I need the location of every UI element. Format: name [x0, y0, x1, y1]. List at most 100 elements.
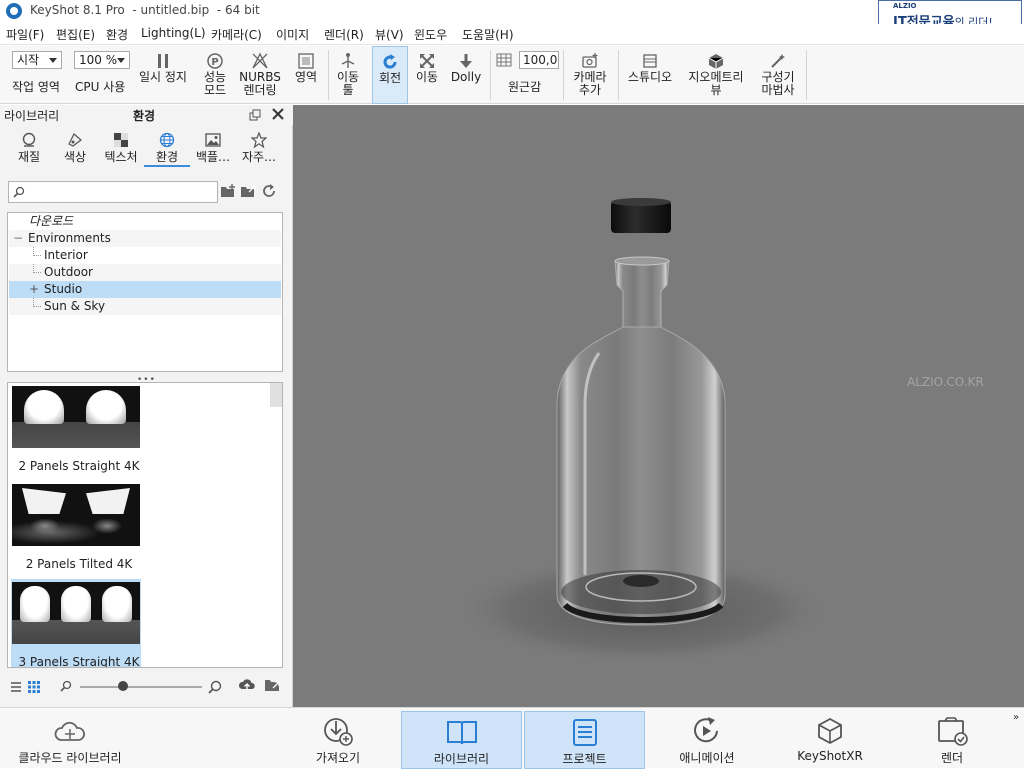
- pan-button[interactable]: 이동: [410, 46, 444, 104]
- expand-icon[interactable]: +: [29, 281, 39, 298]
- workspace-select-value: 시작: [17, 53, 40, 67]
- render-button[interactable]: 렌더: [922, 711, 982, 769]
- tab-materials[interactable]: 재질: [10, 127, 48, 167]
- workspace-select[interactable]: 시작: [12, 51, 62, 69]
- scrollbar-thumb[interactable]: [270, 383, 282, 407]
- toolbar-divider: [806, 50, 807, 100]
- menu-edit[interactable]: 편집(E): [56, 26, 95, 43]
- import-folder-icon[interactable]: [240, 184, 256, 198]
- tree-connector: [33, 298, 41, 307]
- bottle-scene: [453, 198, 833, 665]
- perspective-input[interactable]: 100,0: [519, 51, 559, 69]
- tab-environments[interactable]: 환경: [144, 127, 190, 167]
- tree-item-studio[interactable]: + Studio: [9, 281, 281, 298]
- thumbnail-2-panels-tilted[interactable]: 2 Panels Tilted 4K: [11, 481, 141, 575]
- tree-item-sun-sky[interactable]: Sun & Sky: [9, 298, 281, 315]
- studio-button[interactable]: 스튜디오: [622, 46, 678, 104]
- workspace-label: 작업 영역: [12, 80, 60, 94]
- close-icon[interactable]: [272, 108, 284, 120]
- tree-item-environments[interactable]: − Environments: [9, 230, 281, 247]
- slider-handle[interactable]: [117, 681, 128, 691]
- tab-environments-label: 환경: [155, 150, 179, 164]
- tree-item-downloads[interactable]: 다운로드: [9, 213, 281, 230]
- tree-item-outdoor-label: Outdoor: [44, 265, 93, 279]
- overflow-chevron-icon[interactable]: »: [1013, 712, 1019, 723]
- import-button[interactable]: 가져오기: [302, 711, 374, 769]
- menu-view[interactable]: 뷰(V): [375, 26, 404, 43]
- performance-mode-icon: P: [207, 53, 223, 69]
- rotate-button[interactable]: 회전: [372, 46, 408, 104]
- folder-share-icon[interactable]: [264, 678, 282, 692]
- dolly-button[interactable]: Dolly: [446, 46, 486, 104]
- menu-environment[interactable]: 환경: [106, 26, 128, 43]
- thumbnail-size-slider[interactable]: [80, 686, 202, 688]
- search-icon: [13, 186, 25, 198]
- tab-favorites[interactable]: 자주…: [238, 127, 280, 167]
- region-button[interactable]: 영역: [288, 46, 324, 104]
- nurbs-render-button[interactable]: NURBS 렌더링: [236, 46, 284, 104]
- thumbnail-2-panels-straight[interactable]: 2 Panels Straight 4K: [11, 383, 141, 477]
- toolbar-divider: [490, 50, 491, 100]
- performance-mode-button[interactable]: P 성능 모드: [196, 46, 234, 104]
- add-camera-button[interactable]: 카메라 추가: [566, 46, 614, 104]
- animation-button[interactable]: 애니메이션: [668, 711, 746, 769]
- list-view-icon[interactable]: [10, 681, 22, 693]
- image-icon: [205, 133, 221, 147]
- pause-button[interactable]: 일시 정지: [134, 46, 192, 104]
- move-tool-button[interactable]: 이동 툴: [332, 46, 364, 104]
- configurator-wizard-button[interactable]: 구성기 마법사: [754, 46, 802, 104]
- tab-textures[interactable]: 텍스처: [98, 127, 144, 167]
- thumbnail-3-panels-straight[interactable]: 3 Panels Straight 4K: [11, 579, 141, 667]
- menu-image[interactable]: 이미지: [276, 26, 309, 43]
- wizard-icon: [771, 54, 785, 68]
- cloud-library-button[interactable]: 클라우드 라이브러리: [10, 711, 130, 769]
- refresh-icon[interactable]: [262, 184, 277, 198]
- pan-label: 이동: [415, 70, 439, 84]
- pause-label: 일시 정지: [139, 70, 187, 84]
- menu-file[interactable]: 파일(F): [6, 26, 44, 43]
- geometry-view-button[interactable]: 지오메트리 뷰: [682, 46, 750, 104]
- dolly-label: Dolly: [450, 70, 482, 84]
- project-toggle-button[interactable]: 프로젝트: [524, 711, 645, 769]
- menu-render[interactable]: 렌더(R): [324, 26, 364, 43]
- tree-connector: [33, 264, 41, 273]
- cloud-library-label: 클라우드 라이브러리: [18, 751, 122, 765]
- cloud-upload-icon[interactable]: [238, 677, 256, 693]
- toolbar-divider: [618, 50, 619, 100]
- configurator-wizard-label: 구성기 마법사: [761, 70, 795, 97]
- tab-colors[interactable]: 색상: [56, 127, 94, 167]
- menu-window[interactable]: 윈도우: [414, 26, 447, 43]
- studio-label: 스튜디오: [627, 70, 673, 84]
- environment-preview-image: [12, 484, 140, 546]
- keyshotxr-button[interactable]: KeyShotXR: [790, 711, 870, 769]
- add-folder-icon[interactable]: [220, 184, 236, 198]
- tree-item-interior[interactable]: Interior: [9, 247, 281, 264]
- tree-item-sun-sky-label: Sun & Sky: [44, 299, 106, 313]
- cpu-select-value: 100 %: [79, 53, 118, 67]
- menu-camera[interactable]: 카메라(C): [211, 26, 262, 43]
- library-toggle-label: 라이브러리: [433, 752, 490, 766]
- dolly-icon: [460, 54, 472, 68]
- tab-backplates[interactable]: 백플…: [192, 127, 234, 167]
- environment-thumbnail-grid: 2 Panels Straight 4K 2 Panels Tilted 4K …: [7, 382, 283, 668]
- animation-label: 애니메이션: [679, 751, 735, 765]
- window-title: KeyShot 8.1 Pro - untitled.bip - 64 bit: [30, 3, 260, 17]
- tree-item-interior-label: Interior: [44, 248, 88, 262]
- render-viewport[interactable]: ALZIO.CO.KR: [293, 105, 1024, 707]
- cpu-usage-select[interactable]: 100 %: [74, 51, 130, 69]
- environment-folder-tree: 다운로드 − Environments Interior Outdoor + S…: [7, 212, 283, 372]
- zoom-in-icon[interactable]: [208, 680, 222, 694]
- library-toggle-button[interactable]: 라이브러리: [401, 711, 522, 769]
- undock-icon[interactable]: [249, 109, 261, 121]
- perspective-icon: [496, 53, 512, 67]
- collapse-icon[interactable]: −: [13, 230, 23, 247]
- tree-item-outdoor[interactable]: Outdoor: [9, 264, 281, 281]
- open-book-icon: [446, 721, 477, 745]
- menu-help[interactable]: 도움말(H): [462, 26, 514, 43]
- grid-view-icon[interactable]: [28, 681, 40, 693]
- zoom-out-icon[interactable]: [60, 680, 72, 692]
- library-search-input[interactable]: [8, 181, 218, 203]
- tree-item-environments-label: Environments: [28, 231, 111, 245]
- menu-lighting[interactable]: Lighting(L): [141, 26, 206, 40]
- library-panel-header: 라이브러리 환경: [0, 105, 293, 125]
